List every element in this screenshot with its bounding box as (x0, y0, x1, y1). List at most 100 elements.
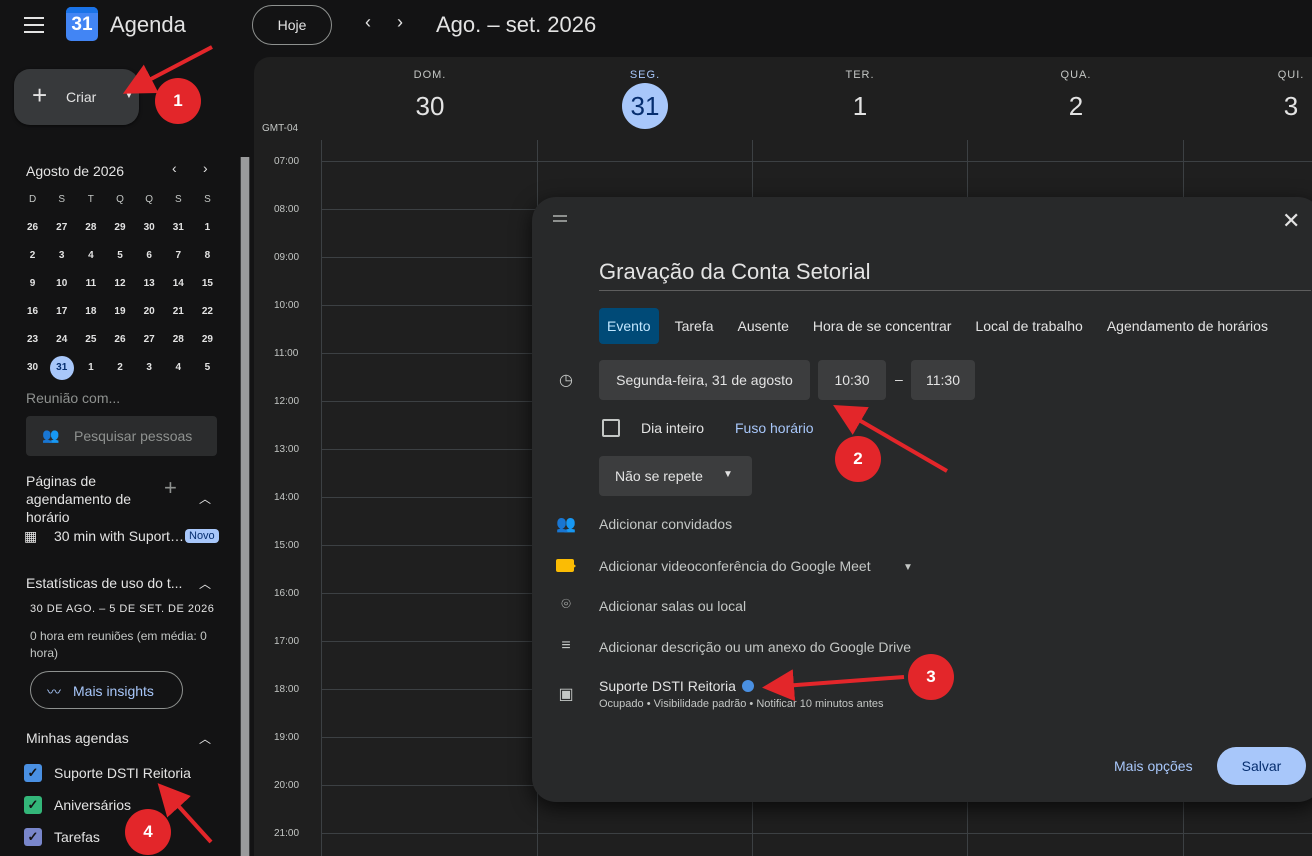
event-calendar-meta[interactable]: Ocupado • Visibilidade padrão • Notifica… (599, 698, 884, 710)
tab-out-of-office[interactable]: Ausente (730, 308, 797, 344)
mini-day[interactable]: 28 (76, 216, 105, 244)
mini-day[interactable]: 10 (47, 272, 76, 300)
day-header[interactable]: DOM. 30 (355, 57, 505, 129)
mini-day[interactable]: 3 (135, 356, 164, 384)
mini-prev-icon[interactable]: ‹ (172, 160, 177, 176)
mini-next-icon[interactable]: › (203, 160, 208, 176)
all-day-checkbox[interactable] (602, 419, 620, 437)
day-header[interactable]: TER. 1 (785, 57, 935, 129)
mini-day[interactable]: 27 (135, 328, 164, 356)
day-header[interactable]: QUI. 3 (1216, 57, 1312, 129)
mini-day[interactable]: 1 (76, 356, 105, 384)
mini-day[interactable]: 27 (47, 216, 76, 244)
add-booking-page-icon[interactable]: + (164, 475, 177, 501)
mini-day[interactable]: 17 (47, 300, 76, 328)
mini-day[interactable]: 8 (193, 244, 222, 272)
mini-day[interactable]: 25 (76, 328, 105, 356)
more-insights-button[interactable]: 〰 Mais insights (30, 671, 183, 709)
mini-day[interactable]: 28 (164, 328, 193, 356)
mini-day[interactable]: 26 (105, 328, 134, 356)
mini-day[interactable]: 7 (164, 244, 193, 272)
checkbox-checked-icon[interactable]: ✓ (24, 764, 42, 782)
save-button[interactable]: Salvar (1217, 747, 1306, 785)
mini-day[interactable]: 16 (18, 300, 47, 328)
mini-day[interactable]: 29 (105, 216, 134, 244)
main-menu-icon[interactable] (24, 17, 44, 33)
mini-day[interactable]: 22 (193, 300, 222, 328)
start-time-chip[interactable]: 10:30 (818, 360, 886, 400)
next-period-icon[interactable]: › (388, 12, 412, 33)
tab-focus-time[interactable]: Hora de se concentrar (805, 308, 960, 344)
mini-day-today[interactable]: 31 (47, 356, 76, 384)
mini-day[interactable]: 21 (164, 300, 193, 328)
chevron-up-icon[interactable]: ︿ (199, 575, 211, 592)
today-button[interactable]: Hoje (252, 5, 332, 45)
day-header[interactable]: QUA. 2 (1001, 57, 1151, 129)
mini-day[interactable]: 6 (135, 244, 164, 272)
booking-pages-title: Páginas de agendamento de horário (26, 472, 156, 526)
add-description-option[interactable]: Adicionar descrição ou um anexo do Googl… (599, 639, 911, 655)
repeat-select[interactable]: Não se repete ▼ (599, 456, 752, 496)
mini-day[interactable]: 12 (105, 272, 134, 300)
mini-day[interactable]: 2 (105, 356, 134, 384)
checkbox-checked-icon[interactable]: ✓ (24, 796, 42, 814)
calendar-color-dot[interactable] (742, 680, 754, 692)
mini-day[interactable]: 13 (135, 272, 164, 300)
mini-day[interactable]: 14 (164, 272, 193, 300)
mini-day[interactable]: 23 (18, 328, 47, 356)
mini-day[interactable]: 30 (18, 356, 47, 384)
sidebar-scrollbar[interactable] (240, 157, 250, 856)
day-number[interactable]: 31 (622, 83, 668, 129)
mini-day[interactable]: 24 (47, 328, 76, 356)
checkbox-checked-icon[interactable]: ✓ (24, 828, 42, 846)
mini-day[interactable]: 9 (18, 272, 47, 300)
mini-day[interactable]: 29 (193, 328, 222, 356)
mini-day[interactable]: 20 (135, 300, 164, 328)
day-number[interactable]: 30 (355, 83, 505, 129)
mini-day[interactable]: 3 (47, 244, 76, 272)
day-header-today[interactable]: SEG. 31 (570, 57, 720, 129)
add-location-option[interactable]: Adicionar salas ou local (599, 598, 746, 614)
mini-day-number[interactable]: 31 (49, 356, 74, 380)
mini-day[interactable]: 31 (164, 216, 193, 244)
mini-day[interactable]: 11 (76, 272, 105, 300)
close-icon[interactable]: ✕ (1282, 208, 1300, 234)
chevron-up-icon[interactable]: ︿ (199, 490, 211, 507)
tab-appointment-schedule[interactable]: Agendamento de horários (1099, 308, 1276, 344)
search-people-input[interactable]: 👥 Pesquisar pessoas (26, 416, 217, 456)
chevron-up-icon[interactable]: ︿ (199, 730, 211, 747)
chevron-down-icon[interactable]: ▼ (903, 562, 913, 573)
more-options-button[interactable]: Mais opções (1114, 758, 1193, 774)
mini-day[interactable]: 4 (164, 356, 193, 384)
mini-day[interactable]: 1 (193, 216, 222, 244)
booking-page-item[interactable]: ▦ 30 min with Suporte DSTI Reitoria Novo (24, 527, 224, 547)
day-number[interactable]: 1 (785, 83, 935, 129)
mini-day[interactable]: 4 (76, 244, 105, 272)
mini-day[interactable]: 18 (76, 300, 105, 328)
date-chip[interactable]: Segunda-feira, 31 de agosto (599, 360, 810, 400)
mini-day[interactable]: 5 (105, 244, 134, 272)
mini-day[interactable]: 15 (193, 272, 222, 300)
timezone-link[interactable]: Fuso horário (735, 420, 814, 436)
drag-handle-icon[interactable] (553, 215, 567, 225)
add-guests-option[interactable]: Adicionar convidados (599, 516, 732, 532)
mini-day[interactable]: 5 (193, 356, 222, 384)
day-number[interactable]: 3 (1216, 83, 1312, 129)
day-number[interactable]: 2 (1001, 83, 1151, 129)
scrollbar-thumb[interactable] (241, 157, 249, 856)
tab-task[interactable]: Tarefa (667, 308, 722, 344)
previous-period-icon[interactable]: ‹ (356, 12, 380, 33)
tab-event[interactable]: Evento (599, 308, 659, 344)
mini-day[interactable]: 26 (18, 216, 47, 244)
mini-day[interactable]: 19 (105, 300, 134, 328)
create-button[interactable]: + Criar ▼ (14, 69, 139, 125)
add-meet-option[interactable]: Adicionar videoconferência do Google Mee… (599, 558, 871, 574)
end-time-chip[interactable]: 11:30 (911, 360, 975, 400)
event-title-input[interactable]: Gravação da Conta Setorial (599, 259, 1311, 291)
day-of-week: TER. (845, 69, 875, 81)
event-calendar-name[interactable]: Suporte DSTI Reitoria (599, 678, 736, 694)
mini-day[interactable]: 30 (135, 216, 164, 244)
tab-working-location[interactable]: Local de trabalho (967, 308, 1090, 344)
mini-day[interactable]: 2 (18, 244, 47, 272)
meet-with-label: Reunião com... (26, 390, 121, 406)
